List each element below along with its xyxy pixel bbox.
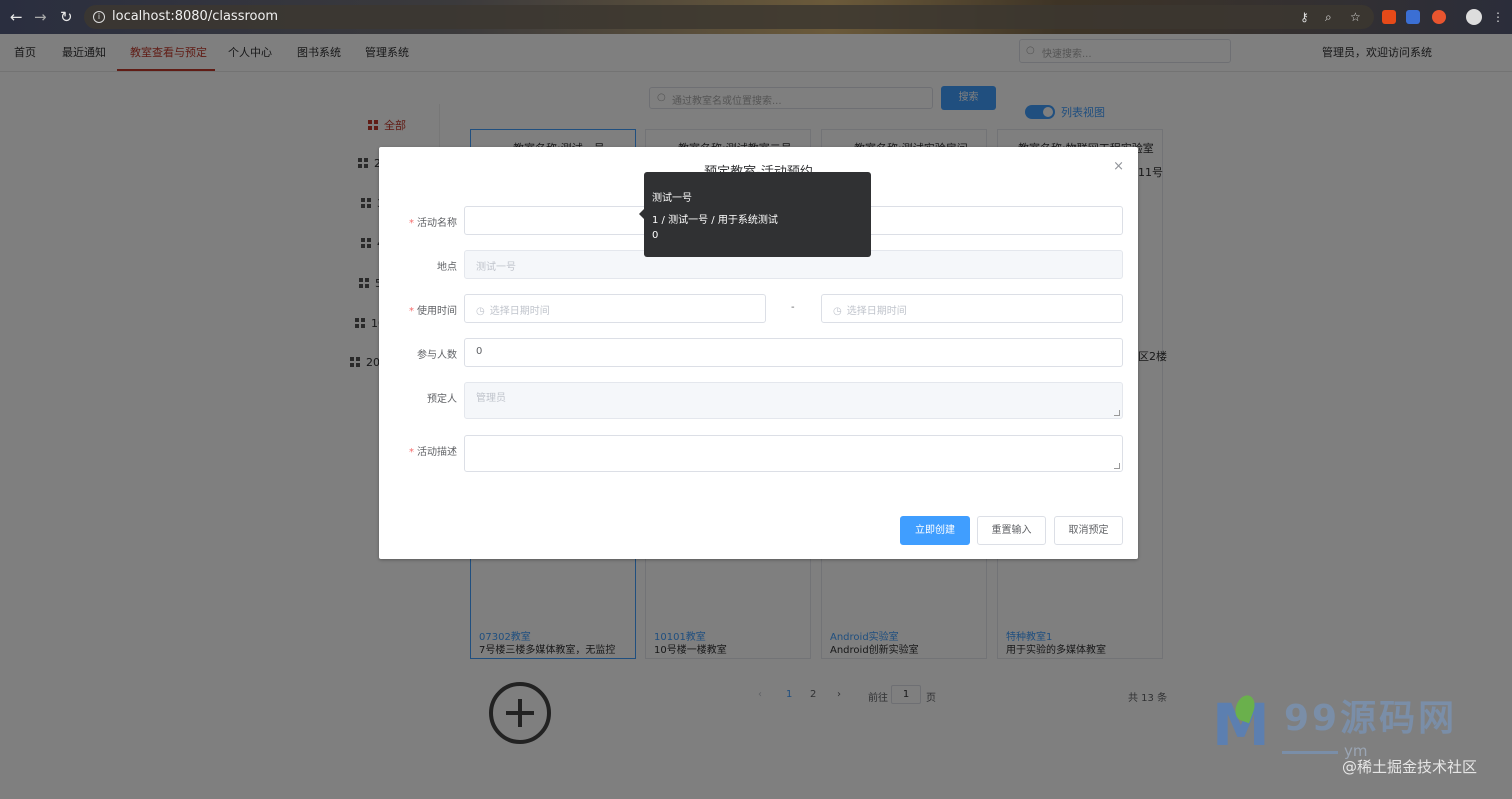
profile-avatar-icon[interactable]	[1466, 9, 1482, 25]
close-icon[interactable]: ×	[1113, 159, 1124, 174]
menu-kebab-icon[interactable]: ⋮	[1492, 10, 1504, 24]
watermark-credit: @稀土掘金技术社区	[1342, 758, 1478, 776]
bookmark-star-icon[interactable]: ☆	[1350, 10, 1361, 24]
location-label: 地点	[437, 262, 457, 273]
tooltip-title: 测试一号	[652, 193, 692, 204]
time-separator: -	[791, 302, 795, 313]
tooltip-count: 0	[652, 230, 659, 241]
browser-toolbar: ← → ↻ i localhost:8080/classroom ⚷ ⌕ ☆ ⋮	[0, 0, 1512, 34]
url-text: localhost:8080/classroom	[112, 9, 279, 24]
watermark-title: 99源码网	[1284, 698, 1458, 739]
participants-input[interactable]: 0	[464, 338, 1123, 367]
translate-extension-icon[interactable]	[1406, 10, 1420, 24]
time-label: * 使用时间	[409, 306, 457, 317]
description-label: * 活动描述	[409, 447, 457, 458]
clock-icon: ◷	[833, 306, 842, 317]
end-datetime-input[interactable]: ◷ 选择日期时间	[821, 294, 1123, 323]
activity-name-label: * 活动名称	[409, 218, 457, 229]
tooltip-arrow	[639, 209, 644, 219]
create-button[interactable]: 立即创建	[900, 516, 970, 545]
address-bar[interactable]: i localhost:8080/classroom	[84, 5, 1374, 29]
description-textarea[interactable]	[464, 435, 1123, 472]
zoom-icon[interactable]: ⌕	[1325, 10, 1332, 24]
office-extension-icon[interactable]	[1382, 10, 1396, 24]
watermark-line	[1282, 751, 1338, 754]
key-icon[interactable]: ⚷	[1300, 10, 1309, 24]
reload-icon[interactable]: ↻	[60, 8, 73, 26]
start-datetime-input[interactable]: ◷ 选择日期时间	[464, 294, 766, 323]
booker-textarea: 管理员	[464, 382, 1123, 419]
watermark: M 99源码网 ym @稀土掘金技术社区	[1212, 692, 1512, 793]
site-info-icon[interactable]: i	[93, 11, 105, 23]
add-classroom-plus-icon[interactable]	[489, 682, 551, 744]
participants-label: 参与人数	[417, 350, 457, 361]
block-extension-icon[interactable]	[1432, 10, 1446, 24]
clock-icon: ◷	[476, 306, 485, 317]
reset-button[interactable]: 重置输入	[977, 516, 1046, 545]
forward-arrow-icon[interactable]: →	[34, 8, 47, 26]
tooltip-detail: 1 / 测试一号 / 用于系统测试	[652, 215, 778, 226]
back-arrow-icon[interactable]: ←	[10, 8, 23, 26]
booker-label: 预定人	[427, 394, 457, 405]
classroom-tooltip: 测试一号 1 / 测试一号 / 用于系统测试 0	[639, 172, 871, 257]
cancel-booking-button[interactable]: 取消预定	[1054, 516, 1123, 545]
